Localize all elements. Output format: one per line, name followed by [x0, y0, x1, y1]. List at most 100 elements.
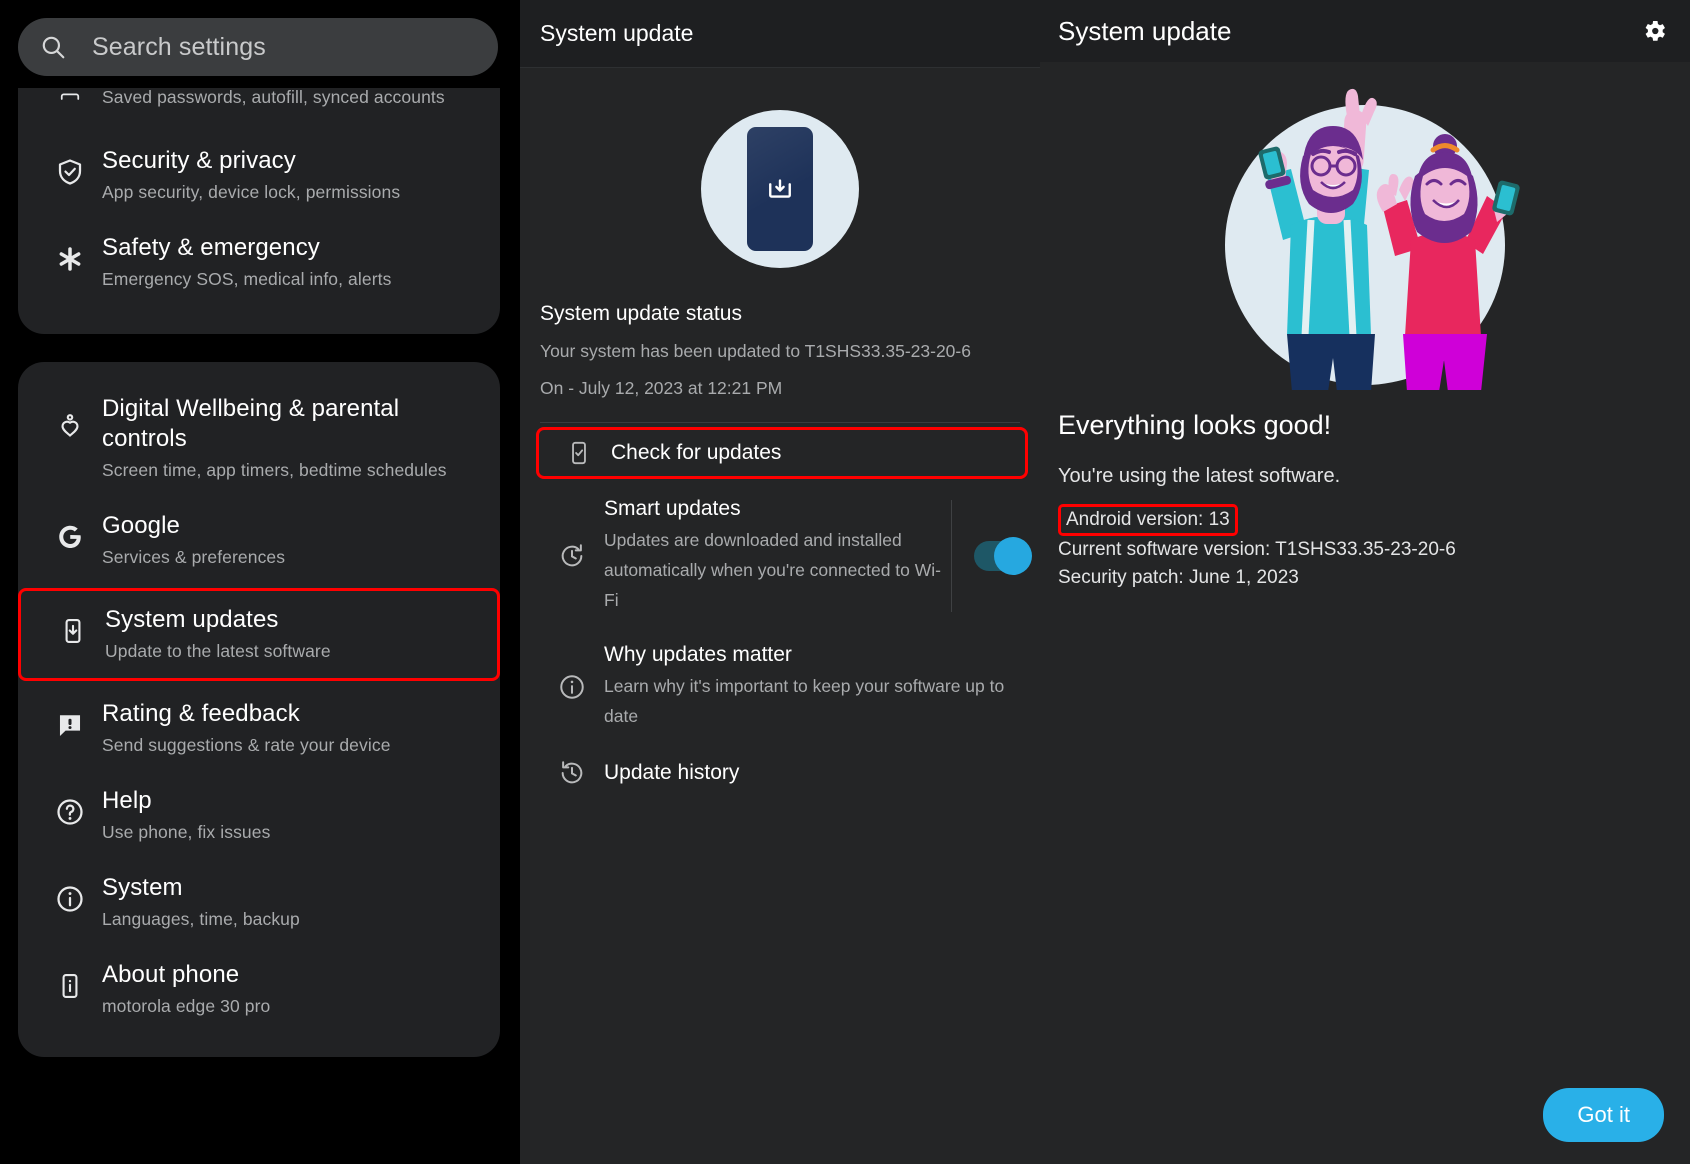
update-history-body: Update history — [604, 761, 1020, 785]
sidebar-item-title: Digital Wellbeing & parental controls — [102, 395, 400, 452]
system-update-icon — [41, 605, 105, 653]
sidebar-item-title: System — [102, 874, 183, 901]
sidebar-item-subtitle: Languages, time, backup — [102, 909, 300, 929]
shield-check-icon — [38, 146, 102, 194]
version-block: Android version: 13 Current software ver… — [1058, 504, 1670, 592]
why-updates-matter-body: Why updates matter Learn why it's import… — [604, 643, 1020, 731]
status-headline: Everything looks good! — [1058, 410, 1332, 440]
sidebar-item-subtitle: Saved passwords, autofill, synced accoun… — [102, 88, 445, 107]
sidebar-item-text: About phone motorola edge 30 pro — [102, 960, 270, 1019]
sidebar-item-title: Safety & emergency — [102, 234, 320, 261]
smart-updates-label: Smart updates — [604, 497, 741, 520]
phone-graphic — [747, 127, 813, 251]
illustration-circle — [701, 110, 859, 268]
sidebar-item-help[interactable]: Help Use phone, fix issues — [18, 772, 500, 859]
help-icon — [38, 786, 102, 834]
wallet-icon — [38, 88, 102, 110]
sidebar-item-text: Help Use phone, fix issues — [102, 786, 270, 845]
sidebar-item-subtitle: Services & preferences — [102, 547, 286, 567]
sidebar-item-subtitle: Update to the latest software — [105, 641, 331, 661]
sidebar-item-subtitle: Screen time, app timers, bedtime schedul… — [102, 460, 447, 480]
sidebar-item-title: Help — [102, 787, 152, 814]
info-icon — [38, 873, 102, 921]
middle-panel-header: System update — [520, 0, 1040, 68]
android-version-label: Android version: 13 — [1058, 504, 1238, 536]
right-page-title: System update — [1058, 15, 1232, 46]
search-placeholder: Search settings — [92, 32, 266, 61]
status-version-line: Your system has been updated to T1SHS33.… — [540, 341, 971, 361]
status-title: System update status — [540, 302, 742, 325]
sidebar-item-system-updates[interactable]: System updates Update to the latest soft… — [18, 588, 500, 681]
update-history-label: Update history — [604, 761, 740, 784]
right-panel: System update Everything looks good! You… — [1040, 0, 1690, 1164]
sidebar-item-title: Rating & feedback — [102, 700, 300, 727]
update-history-row[interactable]: Update history — [520, 745, 1040, 801]
sidebar-item-text: Saved passwords, autofill, synced accoun… — [102, 88, 445, 110]
status-subline: You're using the latest software. — [1058, 465, 1341, 487]
sidebar-item-text: Rating & feedback Send suggestions & rat… — [102, 699, 391, 758]
toggle-thumb — [994, 537, 1032, 575]
smart-updates-row[interactable]: Smart updates Updates are downloaded and… — [520, 483, 1040, 629]
sidebar-item-text: Safety & emergency Emergency SOS, medica… — [102, 233, 391, 292]
sidebar-item-text: Google Services & preferences — [102, 511, 285, 570]
why-updates-matter-row[interactable]: Why updates matter Learn why it's import… — [520, 629, 1040, 745]
sidebar-group-privacy: Saved passwords, autofill, synced accoun… — [18, 88, 500, 334]
search-input[interactable]: Search settings — [18, 18, 498, 76]
gear-icon[interactable] — [1640, 17, 1668, 45]
right-panel-copy: Everything looks good! You're using the … — [1040, 410, 1690, 592]
history-refresh-icon — [540, 542, 604, 570]
check-phone-icon — [547, 440, 611, 466]
security-patch-label: Security patch: June 1, 2023 — [1058, 567, 1299, 588]
sidebar-item-security-privacy[interactable]: Security & privacy App security, device … — [18, 132, 500, 219]
asterisk-icon — [38, 233, 102, 281]
middle-panel: System update System update status Your … — [520, 0, 1040, 1164]
wellbeing-icon — [38, 394, 102, 454]
sidebar-item-subtitle: Emergency SOS, medical info, alerts — [102, 269, 392, 289]
google-g-icon — [38, 511, 102, 559]
section-divider — [540, 422, 1020, 423]
sidebar-item-rating-feedback[interactable]: Rating & feedback Send suggestions & rat… — [18, 685, 500, 772]
check-for-updates-button[interactable]: Check for updates — [536, 427, 1028, 479]
status-date-line: On - July 12, 2023 at 12:21 PM — [540, 378, 783, 398]
current-software-version-label: Current software version: T1SHS33.35-23-… — [1058, 539, 1456, 560]
why-updates-matter-label: Why updates matter — [604, 643, 792, 666]
sidebar-item-title: System updates — [105, 606, 279, 633]
sidebar-item-passwords[interactable]: Saved passwords, autofill, synced accoun… — [18, 88, 500, 132]
celebrating-people-illustration — [1040, 70, 1690, 390]
sidebar-item-digital-wellbeing[interactable]: Digital Wellbeing & parental controls Sc… — [18, 380, 500, 497]
sidebar-item-text: Security & privacy App security, device … — [102, 146, 400, 205]
smart-updates-body: Smart updates Updates are downloaded and… — [604, 497, 951, 615]
sidebar-item-subtitle: App security, device lock, permissions — [102, 182, 401, 202]
feedback-icon — [38, 699, 102, 747]
smart-updates-subtitle: Updates are downloaded and installed aut… — [604, 530, 941, 610]
sidebar-item-title: Google — [102, 512, 180, 539]
sidebar-item-subtitle: Send suggestions & rate your device — [102, 735, 391, 755]
sidebar-item-system[interactable]: System Languages, time, backup — [18, 859, 500, 946]
sidebar-item-title: About phone — [102, 961, 240, 988]
smart-updates-toggle[interactable] — [974, 537, 1032, 575]
check-for-updates-label: Check for updates — [611, 441, 782, 464]
sidebar-item-safety-emergency[interactable]: Safety & emergency Emergency SOS, medica… — [18, 219, 500, 306]
sidebar-scroll-area[interactable]: Saved passwords, autofill, synced accoun… — [18, 88, 500, 1164]
sidebar-item-text: Digital Wellbeing & parental controls Sc… — [102, 394, 480, 483]
page-title: System update — [540, 20, 694, 46]
info-icon — [540, 673, 604, 701]
check-for-updates-body: Check for updates — [611, 441, 1017, 465]
sidebar-item-title: Security & privacy — [102, 147, 296, 174]
why-updates-matter-subtitle: Learn why it's important to keep your so… — [604, 676, 1005, 726]
about-phone-icon — [38, 960, 102, 1008]
sidebar-item-about-phone[interactable]: About phone motorola edge 30 pro — [18, 946, 500, 1033]
smart-updates-toggle-container — [951, 500, 1032, 612]
history-icon — [540, 759, 604, 787]
right-panel-header: System update — [1040, 0, 1690, 62]
sidebar-item-subtitle: Use phone, fix issues — [102, 822, 271, 842]
phone-download-illustration — [520, 68, 1040, 268]
sidebar-group-system: Digital Wellbeing & parental controls Sc… — [18, 362, 500, 1057]
search-icon — [40, 34, 66, 60]
sidebar-item-google[interactable]: Google Services & preferences — [18, 497, 500, 584]
sidebar-item-text: System Languages, time, backup — [102, 873, 300, 932]
sidebar-item-subtitle: motorola edge 30 pro — [102, 996, 271, 1016]
system-update-status-block: System update status Your system has bee… — [520, 268, 1040, 400]
settings-screen: Search settings Saved passwords, autofil… — [0, 0, 1690, 1164]
got-it-button[interactable]: Got it — [1543, 1088, 1664, 1142]
